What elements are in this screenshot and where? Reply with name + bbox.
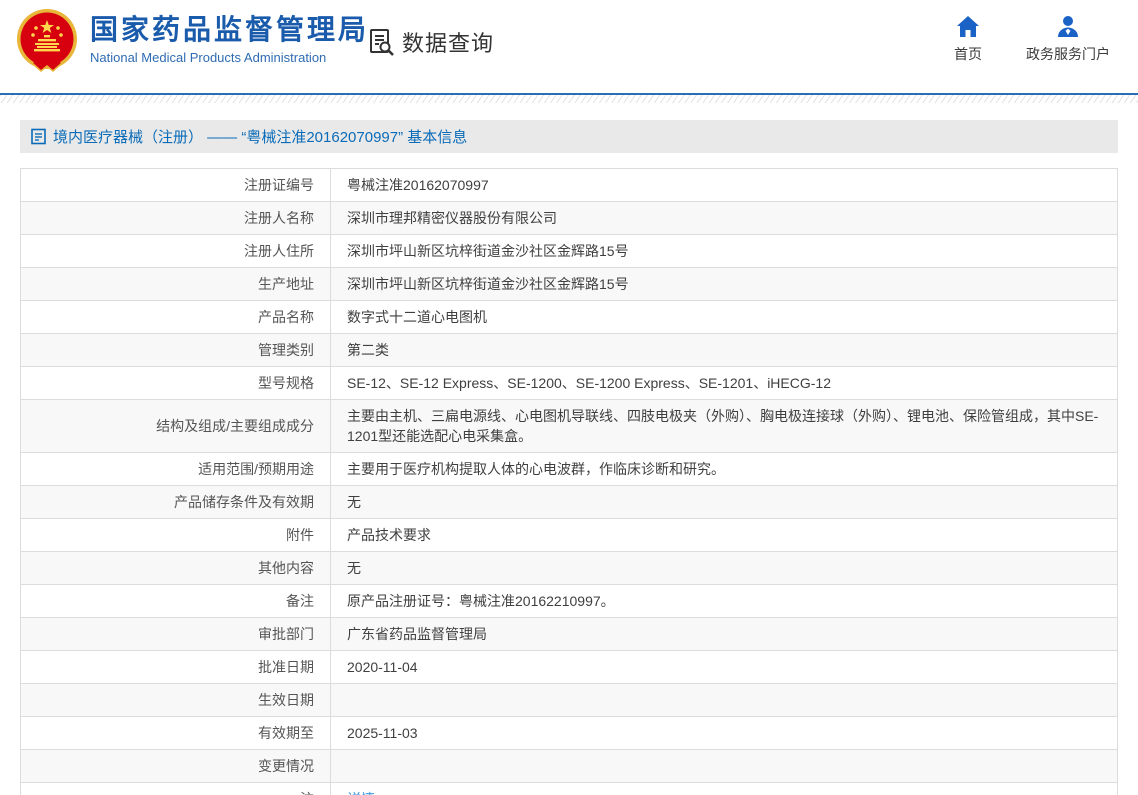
row-value	[330, 749, 1118, 783]
row-value: 第二类	[330, 333, 1118, 367]
table-row: 变更情况	[20, 749, 1118, 783]
table-row: 注册人住所 深圳市坪山新区坑梓街道金沙社区金辉路15号	[20, 234, 1118, 268]
table-row: 型号规格 SE-12、SE-12 Express、SE-1200、SE-1200…	[20, 366, 1118, 400]
row-label: 注册证编号	[20, 168, 331, 202]
row-label: 生效日期	[20, 683, 331, 717]
row-value: 主要由主机、三扁电源线、心电图机导联线、四肢电极夹（外购）、胸电极连接球（外购）…	[330, 399, 1118, 453]
row-label: ●注	[20, 782, 331, 795]
data-query-label: 数据查询	[402, 31, 495, 56]
row-label: 注册人名称	[20, 201, 331, 235]
row-value	[330, 683, 1118, 717]
hatched-strip	[0, 95, 1138, 103]
table-row: 有效期至 2025-11-03	[20, 716, 1118, 750]
row-label: 其他内容	[20, 551, 331, 585]
row-label: 附件	[20, 518, 331, 552]
row-label: 变更情况	[20, 749, 331, 783]
table-row: 其他内容 无	[20, 551, 1118, 585]
table-row: 生产地址 深圳市坪山新区坑梓街道金沙社区金辉路15号	[20, 267, 1118, 301]
table-row: 审批部门 广东省药品监督管理局	[20, 617, 1118, 651]
document-search-icon	[370, 29, 394, 56]
row-label: 管理类别	[20, 333, 331, 367]
row-value: 深圳市理邦精密仪器股份有限公司	[330, 201, 1118, 235]
row-value: 无	[330, 485, 1118, 519]
nav-portal[interactable]: 政务服务门户	[1026, 14, 1110, 64]
row-value: 详情	[330, 782, 1118, 795]
home-icon	[957, 16, 979, 37]
table-row: 结构及组成/主要组成成分 主要由主机、三扁电源线、心电图机导联线、四肢电极夹（外…	[20, 399, 1118, 453]
nav-portal-label: 政务服务门户	[1026, 46, 1110, 62]
row-value: 主要用于医疗机构提取人体的心电波群，作临床诊断和研究。	[330, 452, 1118, 486]
page-header: 国家药品监督管理局 National Medical Products Admi…	[0, 0, 1138, 93]
breadcrumb-text: 境内医疗器械（注册） —— “粤械注准20162070997” 基本信息	[53, 129, 468, 146]
user-icon	[1058, 16, 1078, 37]
table-row: ●注 详情	[20, 782, 1118, 795]
nav-home-label: 首页	[954, 46, 982, 62]
site-title-cn: 国家药品监督管理局	[90, 14, 370, 45]
table-row: 产品名称 数字式十二道心电图机	[20, 300, 1118, 334]
data-query-tab[interactable]: 数据查询	[366, 26, 494, 58]
row-label: 有效期至	[20, 716, 331, 750]
row-value: 深圳市坪山新区坑梓街道金沙社区金辉路15号	[330, 234, 1118, 268]
row-value: 数字式十二道心电图机	[330, 300, 1118, 334]
breadcrumb-bar: 境内医疗器械（注册） —— “粤械注准20162070997” 基本信息	[20, 120, 1118, 153]
info-table-body: 注册证编号 粤械注准20162070997 注册人名称 深圳市理邦精密仪器股份有…	[20, 168, 1118, 795]
row-value: 产品技术要求	[330, 518, 1118, 552]
top-nav: 首页 政务服务门户	[954, 14, 1110, 64]
row-label: 注册人住所	[20, 234, 331, 268]
site-title-en: National Medical Products Administration	[90, 50, 327, 65]
table-row: 备注 原产品注册证号：粤械注准20162210997。	[20, 584, 1118, 618]
row-value: 粤械注准20162070997	[330, 168, 1118, 202]
brand-block: 国家药品监督管理局 National Medical Products Admi…	[90, 14, 369, 65]
row-label: 生产地址	[20, 267, 331, 301]
device-info-table: 注册证编号 粤械注准20162070997 注册人名称 深圳市理邦精密仪器股份有…	[20, 168, 1118, 795]
row-value: 深圳市坪山新区坑梓街道金沙社区金辉路15号	[330, 267, 1118, 301]
row-label: 型号规格	[20, 366, 331, 400]
row-value: 2020-11-04	[330, 650, 1118, 684]
row-label: 适用范围/预期用途	[20, 452, 331, 486]
row-value: 2025-11-03	[330, 716, 1118, 750]
row-value: 原产品注册证号：粤械注准20162210997。	[330, 584, 1118, 618]
table-row: 附件 产品技术要求	[20, 518, 1118, 552]
row-label: 批准日期	[20, 650, 331, 684]
nav-home[interactable]: 首页	[954, 14, 982, 64]
row-label: 备注	[20, 584, 331, 618]
document-icon	[31, 128, 46, 145]
row-label: 结构及组成/主要组成成分	[20, 399, 331, 453]
national-emblem-logo	[17, 9, 77, 73]
row-label: 产品储存条件及有效期	[20, 485, 331, 519]
table-row: 管理类别 第二类	[20, 333, 1118, 367]
row-label: 产品名称	[20, 300, 331, 334]
table-row: 产品储存条件及有效期 无	[20, 485, 1118, 519]
row-value: 广东省药品监督管理局	[330, 617, 1118, 651]
table-row: 注册人名称 深圳市理邦精密仪器股份有限公司	[20, 201, 1118, 235]
row-value: SE-12、SE-12 Express、SE-1200、SE-1200 Expr…	[330, 366, 1118, 400]
detail-link[interactable]: 详情	[347, 791, 375, 795]
table-row: 注册证编号 粤械注准20162070997	[20, 168, 1118, 202]
row-value: 无	[330, 551, 1118, 585]
row-label: 审批部门	[20, 617, 331, 651]
table-row: 批准日期 2020-11-04	[20, 650, 1118, 684]
table-row: 适用范围/预期用途 主要用于医疗机构提取人体的心电波群，作临床诊断和研究。	[20, 452, 1118, 486]
table-row: 生效日期	[20, 683, 1118, 717]
